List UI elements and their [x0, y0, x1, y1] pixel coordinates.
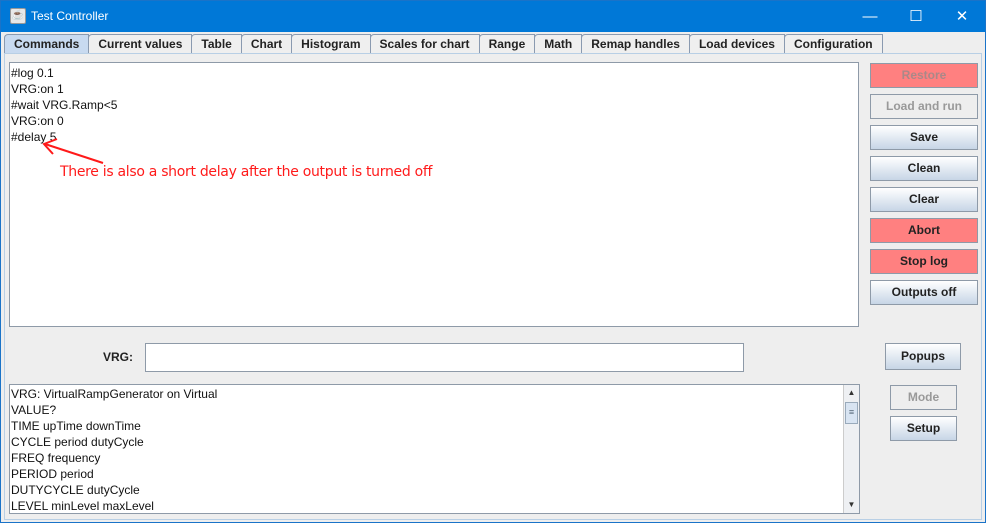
- restore-button[interactable]: Restore: [870, 63, 978, 88]
- mode-button[interactable]: Mode: [890, 385, 957, 410]
- device-label: VRG:: [103, 350, 133, 364]
- list-item[interactable]: VALUE?: [11, 402, 858, 418]
- stop-log-button[interactable]: Stop log: [870, 249, 978, 274]
- outputs-off-button[interactable]: Outputs off: [870, 280, 978, 305]
- scroll-down-icon[interactable]: ▼: [844, 497, 859, 513]
- command-list[interactable]: VRG: VirtualRampGenerator on Virtual VALU…: [9, 384, 860, 514]
- scroll-thumb[interactable]: ≡: [845, 402, 858, 424]
- app-window: ☕ Test Controller — ☐ ✕ Commands Current …: [0, 0, 986, 523]
- list-item[interactable]: TIME upTime downTime: [11, 418, 858, 434]
- device-command-input[interactable]: [145, 343, 744, 372]
- clear-button[interactable]: Clear: [870, 187, 978, 212]
- setup-button[interactable]: Setup: [890, 416, 957, 441]
- list-item[interactable]: LEVEL minLevel maxLevel: [11, 498, 858, 514]
- list-item[interactable]: PERIOD period: [11, 466, 858, 482]
- clean-button[interactable]: Clean: [870, 156, 978, 181]
- load-and-run-button[interactable]: Load and run: [870, 94, 978, 119]
- annotation-text: There is also a short delay after the ou…: [60, 164, 433, 180]
- scrollbar[interactable]: ▲ ≡ ▼: [843, 385, 859, 513]
- list-item[interactable]: CYCLE period dutyCycle: [11, 434, 858, 450]
- list-item[interactable]: FREQ frequency: [11, 450, 858, 466]
- scroll-up-icon[interactable]: ▲: [844, 385, 859, 401]
- abort-button[interactable]: Abort: [870, 218, 978, 243]
- save-button[interactable]: Save: [870, 125, 978, 150]
- list-item[interactable]: VRG: VirtualRampGenerator on Virtual: [11, 386, 858, 402]
- list-item[interactable]: DUTYCYCLE dutyCycle: [11, 482, 858, 498]
- popups-button[interactable]: Popups: [885, 343, 961, 370]
